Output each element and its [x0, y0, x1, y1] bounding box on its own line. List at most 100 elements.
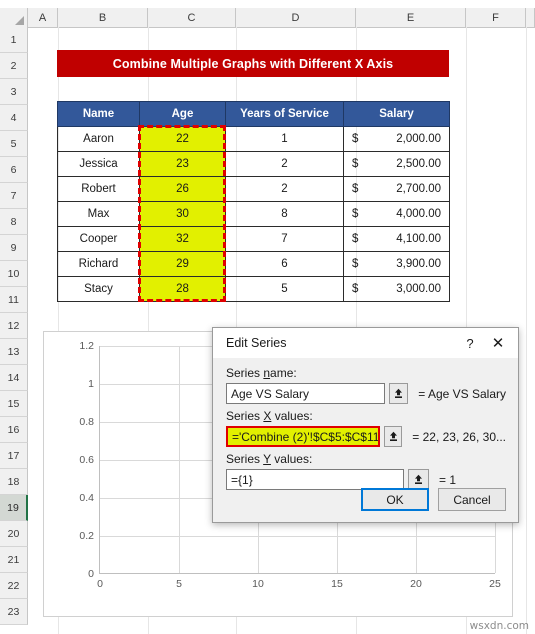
table-row[interactable]: Richard 29 6 $ 3,900.00 [57, 251, 450, 277]
cell-years[interactable]: 6 [225, 251, 344, 277]
column-header-c[interactable]: C [148, 8, 236, 27]
row-header-6[interactable]: 6 [0, 157, 28, 183]
row-header-9[interactable]: 9 [0, 235, 28, 261]
salary-value: 3,900.00 [396, 258, 441, 270]
row-header-4[interactable]: 4 [0, 105, 28, 131]
range-selector-icon[interactable] [408, 469, 429, 490]
cell-years[interactable]: 8 [225, 201, 344, 227]
ok-button[interactable]: OK [361, 488, 429, 511]
row-header-10[interactable]: 10 [0, 261, 28, 287]
cell-salary[interactable]: $ 2,500.00 [343, 151, 450, 177]
cancel-button[interactable]: Cancel [438, 488, 506, 511]
cell-name[interactable]: Max [57, 201, 140, 227]
range-selector-icon[interactable] [389, 383, 409, 404]
column-header-e[interactable]: E [356, 8, 466, 27]
table-row[interactable]: Stacy 28 5 $ 3,000.00 [57, 276, 450, 302]
row-header-22[interactable]: 22 [0, 573, 28, 599]
row-header-5[interactable]: 5 [0, 131, 28, 157]
cell-age[interactable]: 32 [139, 226, 226, 252]
y-axis-tick-label: 0.2 [79, 530, 94, 542]
cell-years[interactable]: 2 [225, 176, 344, 202]
cell-salary[interactable]: $ 2,000.00 [343, 126, 450, 152]
row-header-15[interactable]: 15 [0, 391, 28, 417]
column-header-d[interactable]: D [236, 8, 356, 27]
column-header-b[interactable]: B [58, 8, 148, 27]
row-header-11[interactable]: 11 [0, 287, 28, 313]
row-header-3[interactable]: 3 [0, 79, 28, 105]
cell-salary[interactable]: $ 3,900.00 [343, 251, 450, 277]
y-axis-tick-label: 0 [88, 568, 94, 580]
row-header-12[interactable]: 12 [0, 313, 28, 339]
series-x-label: Series X values: [226, 409, 313, 423]
cell-name[interactable]: Stacy [57, 276, 140, 302]
currency-symbol: $ [352, 283, 359, 295]
table-row[interactable]: Cooper 32 7 $ 4,100.00 [57, 226, 450, 252]
salary-value: 4,100.00 [396, 233, 441, 245]
cell-name[interactable]: Jessica [57, 151, 140, 177]
row-header-19[interactable]: 19 [0, 495, 28, 521]
cell-name[interactable]: Cooper [57, 226, 140, 252]
edit-series-dialog[interactable]: Edit Series ? ✕ Series name: Age VS Sala… [212, 327, 519, 523]
cell-years[interactable]: 1 [225, 126, 344, 152]
cell-salary[interactable]: $ 4,100.00 [343, 226, 450, 252]
salary-value: 2,700.00 [396, 183, 441, 195]
help-icon[interactable]: ? [456, 330, 484, 356]
series-name-label: Series name: [226, 366, 297, 380]
cell-salary[interactable]: $ 3,000.00 [343, 276, 450, 302]
cell-years[interactable]: 5 [225, 276, 344, 302]
y-axis-tick-label: 0.6 [79, 454, 94, 466]
cell-age[interactable]: 28 [139, 276, 226, 302]
cell-name[interactable]: Richard [57, 251, 140, 277]
cell-salary[interactable]: $ 2,700.00 [343, 176, 450, 202]
cell-age[interactable]: 30 [139, 201, 226, 227]
select-all-corner[interactable] [0, 8, 28, 27]
row-header-8[interactable]: 8 [0, 209, 28, 235]
cell-years[interactable]: 2 [225, 151, 344, 177]
currency-symbol: $ [352, 258, 359, 270]
row-header-18[interactable]: 18 [0, 469, 28, 495]
row-header-7[interactable]: 7 [0, 183, 28, 209]
cell-age[interactable]: 29 [139, 251, 226, 277]
x-axis-tick-label: 5 [176, 578, 182, 590]
table-row[interactable]: Jessica 23 2 $ 2,500.00 [57, 151, 450, 177]
close-icon[interactable]: ✕ [484, 330, 512, 356]
series-name-input[interactable]: Age VS Salary [226, 383, 386, 404]
table-row[interactable]: Aaron 22 1 $ 2,000.00 [57, 126, 450, 152]
y-axis-tick-label: 1 [88, 378, 94, 390]
cell-age[interactable]: 26 [139, 176, 226, 202]
y-axis-tick-label: 0.4 [79, 492, 94, 504]
x-axis-tick-label: 10 [252, 578, 264, 590]
row-header-13[interactable]: 13 [0, 339, 28, 365]
x-axis-tick-label: 15 [331, 578, 343, 590]
cell-salary[interactable]: $ 4,000.00 [343, 201, 450, 227]
column-header-name: Name [57, 101, 140, 127]
table-row[interactable]: Robert 26 2 $ 2,700.00 [57, 176, 450, 202]
column-header-a[interactable]: A [28, 8, 58, 27]
series-y-input[interactable]: ={1} [226, 469, 404, 490]
table-row[interactable]: Max 30 8 $ 4,000.00 [57, 201, 450, 227]
column-header-g[interactable] [526, 8, 535, 27]
row-header-23[interactable]: 23 [0, 599, 28, 625]
row-header-column: 1 2 3 4 5 6 7 8 9 10 11 12 13 14 15 16 1… [0, 27, 28, 625]
currency-symbol: $ [352, 233, 359, 245]
cell-years[interactable]: 7 [225, 226, 344, 252]
range-selector-icon[interactable] [384, 426, 403, 447]
row-header-17[interactable]: 17 [0, 443, 28, 469]
row-header-14[interactable]: 14 [0, 365, 28, 391]
cell-age[interactable]: 22 [139, 126, 226, 152]
spreadsheet-grid[interactable]: A B C D E F 1 2 3 4 5 6 7 8 9 10 11 12 1… [0, 0, 535, 634]
currency-symbol: $ [352, 208, 359, 220]
cell-name[interactable]: Aaron [57, 126, 140, 152]
row-header-16[interactable]: 16 [0, 417, 28, 443]
series-y-result: = 1 [439, 472, 457, 487]
cell-age[interactable]: 23 [139, 151, 226, 177]
row-header-20[interactable]: 20 [0, 521, 28, 547]
dialog-title-bar[interactable]: Edit Series ? ✕ [213, 328, 518, 358]
row-header-1[interactable]: 1 [0, 27, 28, 53]
row-header-21[interactable]: 21 [0, 547, 28, 573]
series-x-input[interactable]: ='Combine (2)'!$C$5:$C$11 [226, 426, 380, 447]
column-header-f[interactable]: F [466, 8, 526, 27]
cell-name[interactable]: Robert [57, 176, 140, 202]
employee-data-table: Name Age Years of Service Salary Aaron 2… [57, 101, 450, 302]
row-header-2[interactable]: 2 [0, 53, 28, 79]
